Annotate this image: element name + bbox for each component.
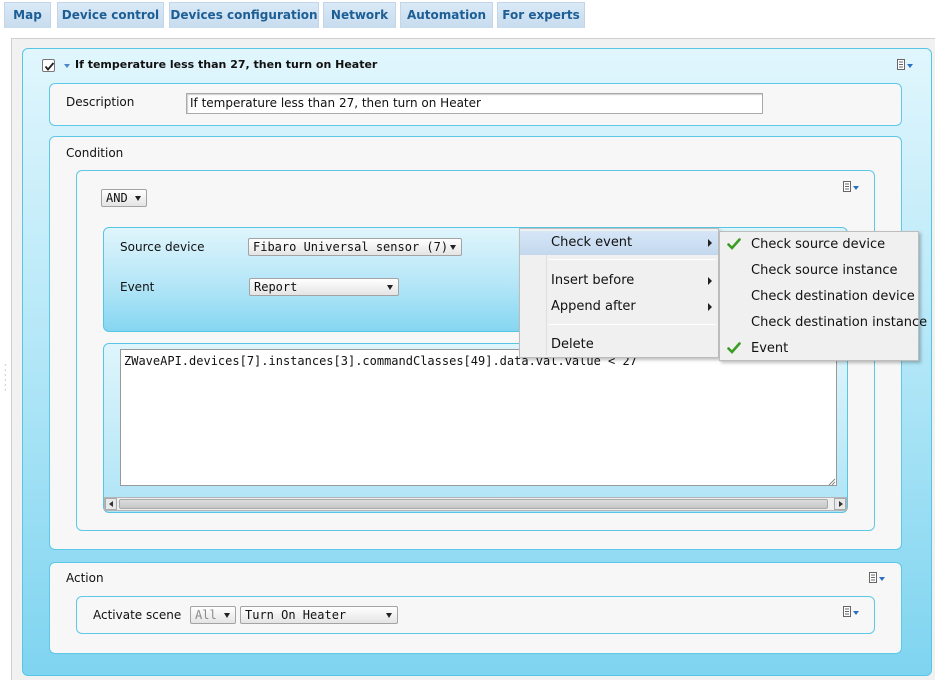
tab-network[interactable]: Network <box>323 2 396 28</box>
scrollbar-thumb[interactable] <box>119 499 828 509</box>
tab-automation[interactable]: Automation <box>400 2 493 28</box>
submenu-item-label: Check destination device <box>751 289 915 304</box>
target-scene-select[interactable]: Turn On Heater <box>240 606 398 624</box>
menu-item-label: Insert before <box>551 273 635 288</box>
collapse-chevron-icon[interactable] <box>64 64 70 68</box>
menu-item-delete[interactable]: Delete <box>520 333 718 357</box>
event-label: Event <box>120 280 155 294</box>
submenu-item-check-destination-device[interactable]: Check destination device <box>720 285 918 309</box>
scroll-left-button[interactable] <box>105 498 117 510</box>
resize-handle-icon[interactable] <box>827 477 836 486</box>
tab-device-control[interactable]: Device control <box>57 2 164 28</box>
activate-scene-label: Activate scene <box>93 608 182 622</box>
checkmark-icon <box>44 62 55 71</box>
scene-filter-select[interactable]: All <box>190 606 236 624</box>
condition-menu-icon[interactable] <box>843 181 861 193</box>
submenu-item-label: Check destination instance <box>751 315 928 330</box>
event-select[interactable]: Report <box>249 278 399 296</box>
menu-item-append-after[interactable]: Append after <box>520 295 718 319</box>
logic-operator-select[interactable]: AND <box>101 189 147 207</box>
tab-map[interactable]: Map <box>4 2 51 28</box>
condition-label: Condition <box>66 146 124 160</box>
logic-operator-value: AND <box>106 191 128 205</box>
description-label: Description <box>66 95 135 109</box>
submenu-arrow-icon <box>708 239 712 247</box>
check-event-submenu: Check source device Check source instanc… <box>719 231 927 361</box>
green-check-icon <box>727 238 741 250</box>
scroll-right-button[interactable] <box>834 498 846 510</box>
menu-item-check-event[interactable]: Check event <box>520 231 718 255</box>
submenu-item-check-source-device[interactable]: Check source device <box>720 233 918 257</box>
event-value: Report <box>254 280 298 294</box>
menu-item-label: Check event <box>551 235 633 250</box>
submenu-arrow-icon <box>708 303 712 311</box>
source-device-select[interactable]: Fibaro Universal sensor (7) <box>248 238 462 256</box>
menu-item-insert-before[interactable]: Insert before <box>520 269 718 293</box>
menu-item-label: Append after <box>551 299 636 314</box>
green-check-icon <box>727 342 741 354</box>
description-input[interactable]: If temperature less than 27, then turn o… <box>186 93 763 114</box>
action-menu-icon[interactable] <box>869 572 887 584</box>
action-label: Action <box>66 571 104 585</box>
submenu-item-label: Event <box>751 341 789 356</box>
context-menu: Check event Insert before Append after D… <box>519 228 719 358</box>
source-device-label: Source device <box>120 240 205 254</box>
scene-enabled-checkbox[interactable] <box>42 59 55 72</box>
menu-item-label: Delete <box>551 337 594 352</box>
expression-textarea[interactable]: ZWaveAPI.devices[7].instances[3].command… <box>120 349 837 486</box>
submenu-item-check-destination-instance[interactable]: Check destination instance <box>720 311 927 335</box>
submenu-item-label: Check source device <box>751 237 886 252</box>
tab-for-experts[interactable]: For experts <box>497 2 585 28</box>
scene-title: If temperature less than 27, then turn o… <box>75 58 378 71</box>
resize-grip-icon[interactable]: · · · · · · <box>4 362 8 395</box>
submenu-arrow-icon <box>708 277 712 285</box>
scene-filter-value: All <box>195 608 217 622</box>
tab-devices-configuration[interactable]: Devices configuration <box>169 2 319 28</box>
activate-scene-menu-icon[interactable] <box>843 606 861 618</box>
submenu-item-event[interactable]: Event <box>720 337 918 361</box>
scene-menu-icon[interactable] <box>897 59 915 71</box>
submenu-item-label: Check source instance <box>751 263 898 278</box>
target-scene-value: Turn On Heater <box>245 608 347 622</box>
horizontal-scrollbar[interactable] <box>104 497 847 511</box>
source-device-value: Fibaro Universal sensor (7) <box>253 240 449 254</box>
submenu-item-check-source-instance[interactable]: Check source instance <box>720 259 918 283</box>
